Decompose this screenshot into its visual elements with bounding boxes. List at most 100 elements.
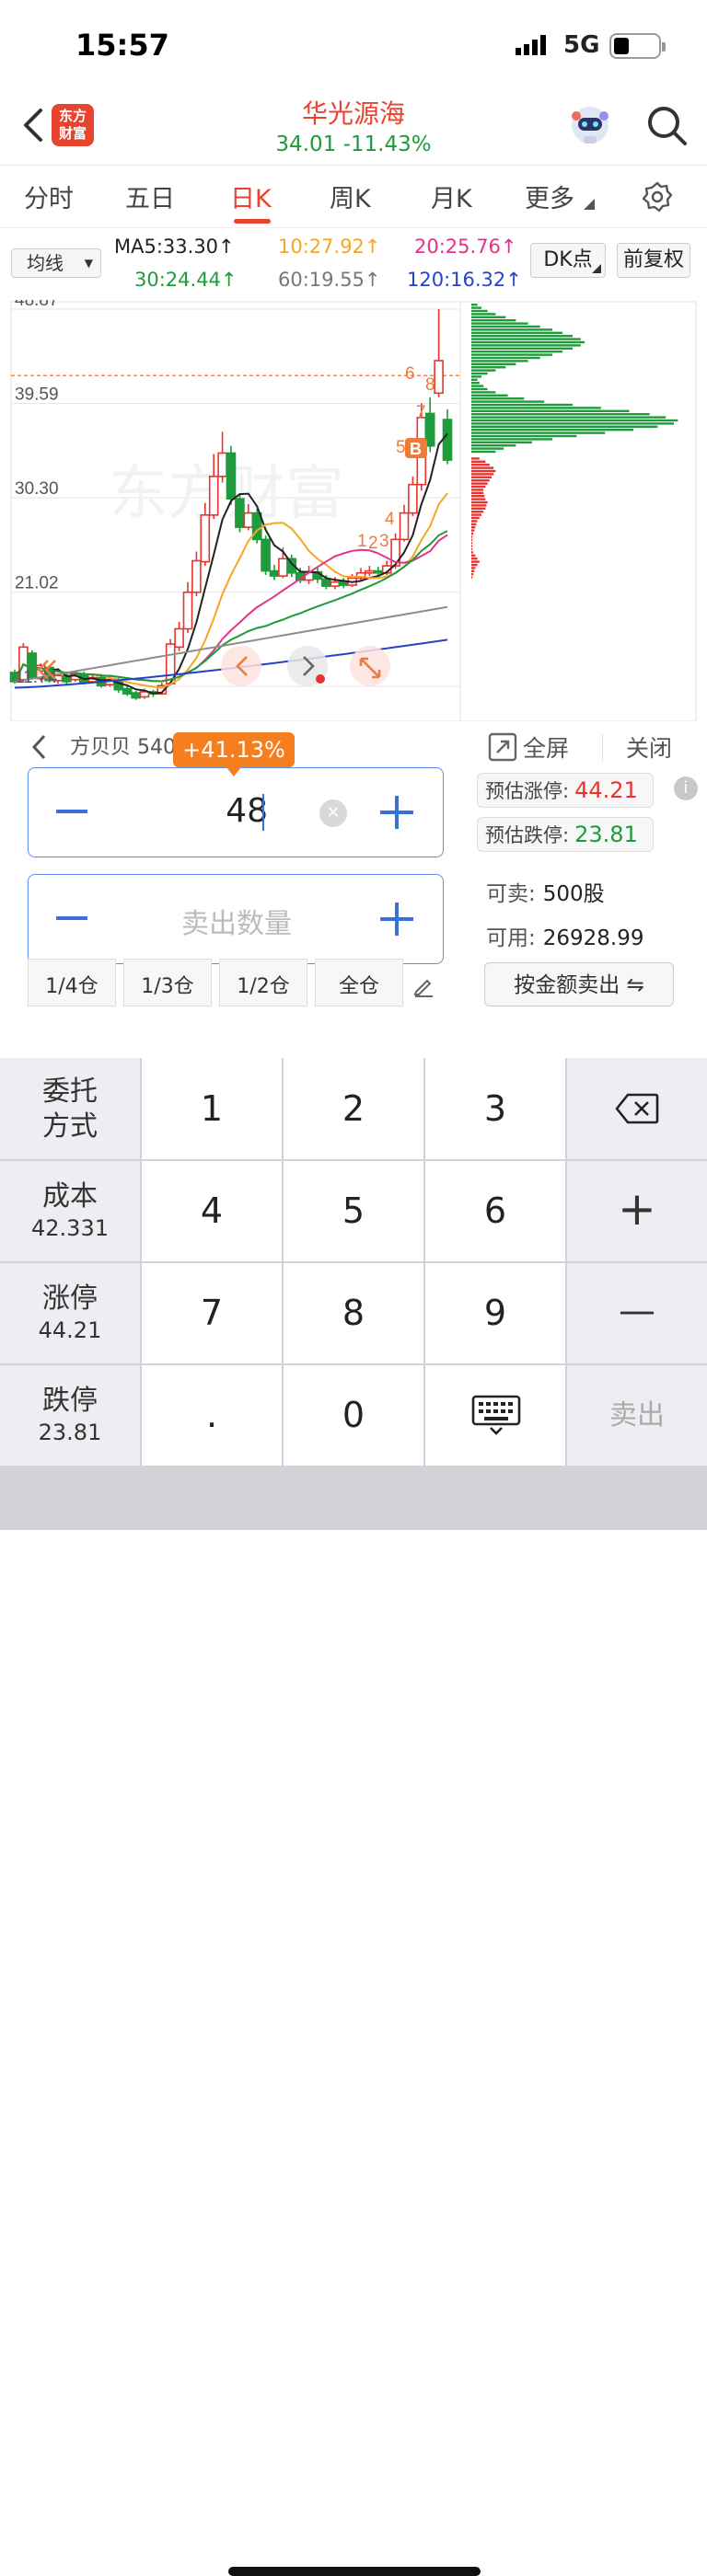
volume-profile-bar bbox=[471, 520, 478, 523]
close-button[interactable]: 关闭 bbox=[626, 730, 672, 764]
backspace-key[interactable] bbox=[567, 1058, 707, 1159]
limit-up-value: 44.21 bbox=[574, 777, 638, 803]
volume-profile-bar bbox=[471, 473, 494, 476]
clear-icon[interactable]: ✕ bbox=[319, 799, 347, 827]
volume-profile-bar bbox=[471, 438, 552, 441]
sellable-row: 可卖: 500股 bbox=[486, 876, 605, 907]
key-4[interactable]: 4 bbox=[142, 1161, 282, 1261]
key-3[interactable]: 3 bbox=[425, 1058, 565, 1159]
price-plus-button[interactable] bbox=[380, 796, 413, 829]
trade-marker: 7 bbox=[416, 403, 426, 422]
tab-daily-k[interactable]: 日K bbox=[230, 178, 272, 214]
price-input[interactable]: 48 bbox=[194, 792, 268, 830]
ma20-value: 20:25.76↑ bbox=[414, 236, 517, 258]
volume-profile-bar bbox=[471, 434, 577, 438]
volume-profile-bar bbox=[471, 563, 478, 567]
key-2[interactable]: 2 bbox=[284, 1058, 423, 1159]
keyboard-switch-key[interactable] bbox=[425, 1365, 565, 1466]
cost-price-key[interactable]: 成本 42.331 bbox=[0, 1161, 140, 1261]
available-row: 可用: 26928.99 bbox=[486, 920, 644, 951]
volume-profile-bar bbox=[471, 331, 562, 334]
volume-profile-bar bbox=[471, 523, 477, 525]
y-axis-label: 30.30 bbox=[15, 479, 59, 499]
tab-five-day[interactable]: 五日 bbox=[125, 178, 175, 214]
volume-profile-bar bbox=[471, 306, 481, 309]
key-7[interactable]: 7 bbox=[142, 1263, 282, 1363]
available-label: 可用: bbox=[486, 926, 536, 950]
backspace-icon bbox=[615, 1093, 659, 1124]
ma5-value: MA5:33.30↑ bbox=[114, 236, 235, 258]
gear-icon[interactable] bbox=[641, 180, 674, 213]
cost-label: 成本 bbox=[42, 1180, 98, 1213]
dropdown-triangle-icon bbox=[584, 199, 595, 210]
volume-profile-bar bbox=[471, 500, 488, 504]
volume-profile-bar bbox=[471, 507, 486, 510]
key-1[interactable]: 1 bbox=[142, 1058, 282, 1159]
position-quarter-button[interactable]: 1/4仓 bbox=[28, 959, 116, 1006]
volume-profile-bar bbox=[471, 542, 473, 545]
volume-profile-bar bbox=[471, 409, 630, 412]
position-half-button[interactable]: 1/2仓 bbox=[219, 959, 307, 1006]
volume-profile-bar bbox=[471, 457, 480, 460]
volume-profile-bar bbox=[471, 316, 506, 318]
adjust-button[interactable]: 前复权 bbox=[617, 243, 690, 278]
quantity-input-box[interactable]: 卖出数量 bbox=[28, 874, 444, 964]
key-5[interactable]: 5 bbox=[284, 1161, 423, 1261]
volume-profile-bar bbox=[471, 526, 476, 529]
volume-profile-bar bbox=[471, 479, 490, 482]
minus-key[interactable]: — bbox=[567, 1263, 707, 1363]
key-6[interactable]: 6 bbox=[425, 1161, 565, 1261]
candle-body bbox=[131, 692, 141, 699]
limit-down-key[interactable]: 跌停 23.81 bbox=[0, 1365, 140, 1466]
trade-marker: 1 bbox=[357, 532, 367, 551]
position-third-button[interactable]: 1/3仓 bbox=[123, 959, 212, 1006]
robot-assistant-icon[interactable] bbox=[567, 103, 613, 149]
buy-marker: B bbox=[410, 440, 422, 458]
candle-body bbox=[338, 581, 349, 586]
candle-body bbox=[243, 512, 254, 528]
volume-profile-bar bbox=[471, 450, 496, 454]
trade-marker: 4 bbox=[385, 510, 395, 529]
volume-profile-bar bbox=[471, 511, 484, 513]
quantity-plus-button[interactable] bbox=[380, 903, 413, 936]
sell-by-amount-button[interactable]: 按金额卖出 ⇋ bbox=[484, 962, 674, 1006]
home-indicator bbox=[228, 2567, 481, 2576]
volume-profile-bar bbox=[471, 407, 601, 409]
limit-up-key[interactable]: 涨停 44.21 bbox=[0, 1263, 140, 1363]
info-icon[interactable]: i bbox=[674, 776, 698, 800]
volume-profile-bar bbox=[471, 460, 486, 463]
key-0[interactable]: 0 bbox=[284, 1365, 423, 1466]
position-full-button[interactable]: 全仓 bbox=[315, 959, 403, 1006]
volume-profile-bar bbox=[471, 353, 552, 356]
network-type: 5G bbox=[563, 31, 600, 59]
available-value: 26928.99 bbox=[542, 926, 644, 950]
kline-chart[interactable]: 东方财富 48.8739.5930.3021.0211.74 12345678B bbox=[0, 300, 707, 721]
tab-intraday[interactable]: 分时 bbox=[24, 178, 74, 214]
tab-monthly-k[interactable]: 月K bbox=[431, 178, 472, 214]
volume-profile-bar bbox=[471, 413, 650, 416]
key-decimal[interactable]: . bbox=[142, 1365, 282, 1466]
fullscreen-icon[interactable] bbox=[488, 732, 517, 762]
volume-profile-bar bbox=[471, 498, 486, 500]
chevron-left-icon[interactable] bbox=[31, 734, 48, 760]
candle-body bbox=[208, 476, 219, 516]
key-9[interactable]: 9 bbox=[425, 1263, 565, 1363]
indicator-selector[interactable]: 均线 ▼ bbox=[11, 248, 101, 278]
limit-down-label: 预估跌停: bbox=[485, 824, 570, 846]
dk-point-button[interactable]: DK点 bbox=[530, 243, 606, 278]
candle-body bbox=[217, 452, 227, 477]
fullscreen-button[interactable]: 全屏 bbox=[523, 730, 569, 764]
key-8[interactable]: 8 bbox=[284, 1263, 423, 1363]
plus-key[interactable]: + bbox=[567, 1161, 707, 1261]
edit-icon[interactable] bbox=[412, 975, 435, 997]
price-minus-button[interactable] bbox=[56, 810, 87, 813]
price-input-box[interactable]: 48 ✕ bbox=[28, 767, 444, 857]
tab-more[interactable]: 更多 bbox=[525, 178, 574, 214]
tab-weekly-k[interactable]: 周K bbox=[330, 178, 371, 214]
ma10-value: 10:27.92↑ bbox=[278, 236, 381, 258]
search-icon[interactable] bbox=[644, 103, 689, 147]
volume-profile-bar bbox=[471, 551, 474, 554]
sell-submit-key[interactable]: 卖出 bbox=[567, 1365, 707, 1466]
order-type-key[interactable]: 委托 方式 bbox=[0, 1058, 140, 1159]
order-type-line1: 委托 bbox=[42, 1075, 98, 1108]
